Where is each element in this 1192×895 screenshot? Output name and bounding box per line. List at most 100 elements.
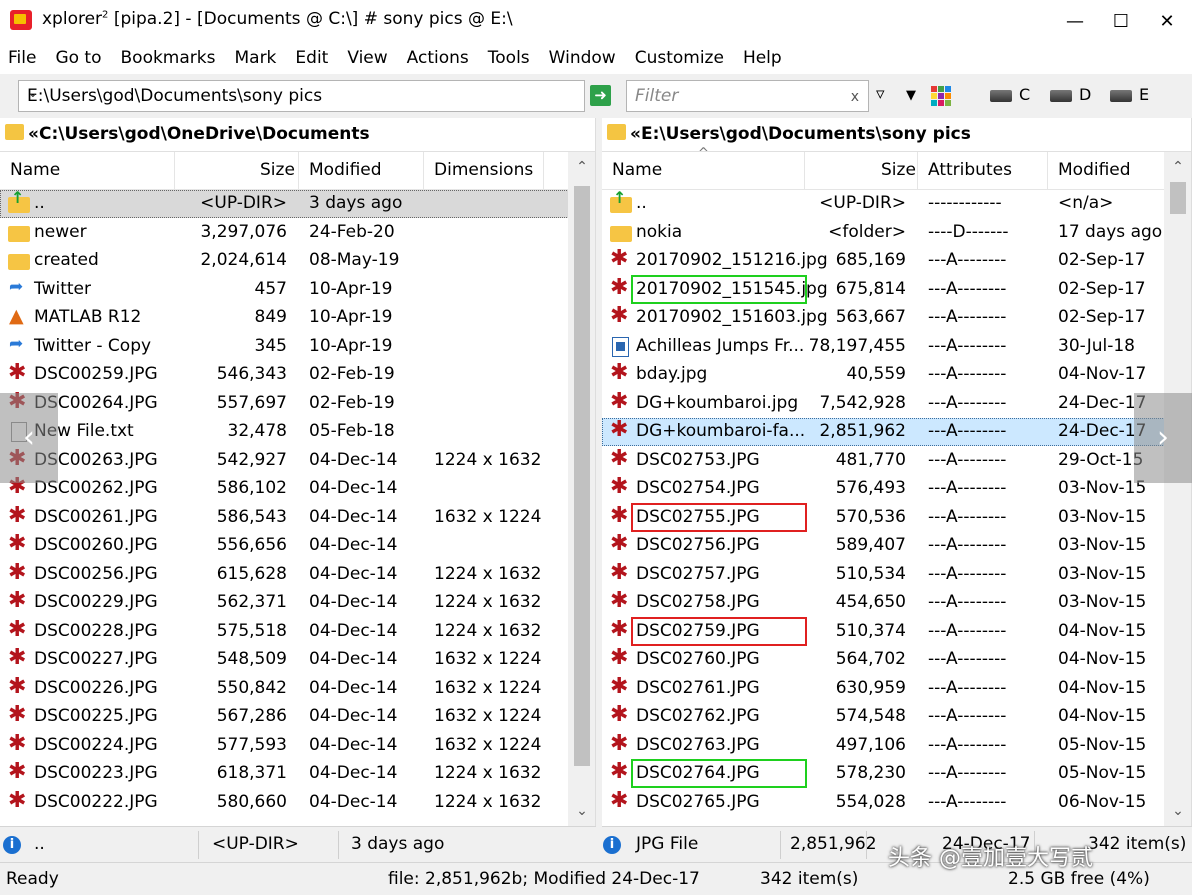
- table-row[interactable]: DSC00225.JPG 567,286 04-Dec-14 1632 x 1224: [0, 702, 595, 731]
- table-row[interactable]: DSC02758.JPG 454,650 ---A-------- 03-Nov-15: [602, 588, 1191, 617]
- table-row[interactable]: MATLAB R12 849 10-Apr-19: [0, 304, 595, 332]
- table-row[interactable]: 20170902_151603.jpg 563,667 ---A-------- 02…: [602, 303, 1191, 332]
- table-row[interactable]: DSC00260.JPG 556,656 04-Dec-14: [0, 531, 595, 560]
- cell-size: 542,927: [216, 449, 287, 470]
- table-row[interactable]: DSC00259.JPG 546,343 02-Feb-19: [0, 360, 595, 389]
- table-row[interactable]: Achilleas Jumps Fr... 78,197,455 ---A-----…: [602, 333, 1191, 361]
- right-scrollbar[interactable]: ⌃ ⌄: [1164, 152, 1191, 826]
- status-free-space: 2.5 GB free (4%): [1008, 869, 1150, 889]
- table-row[interactable]: DSC00262.JPG586,10204-Dec-14: [0, 474, 595, 503]
- table-row[interactable]: DSC02763.JPG 497,106 ---A-------- 05-Nov-15: [602, 731, 1191, 760]
- table-row[interactable]: .. <UP-DIR> ------------ <n/a>: [602, 188, 1191, 218]
- table-row[interactable]: DSC00224.JPG 577,593 04-Dec-14 1632 x 1224: [0, 731, 595, 760]
- table-row[interactable]: DSC00228.JPG 575,518 04-Dec-14 1224 x 1632: [0, 617, 595, 646]
- table-row[interactable]: Twitter - Copy 345 10-Apr-19: [0, 333, 595, 361]
- table-row[interactable]: 20170902_151545.jpg 675,814 ---A-------- 02…: [602, 274, 1191, 304]
- table-row[interactable]: DSC02765.JPG 554,028 ---A-------- 06-Nov-15: [602, 788, 1191, 817]
- jpg-icon: [610, 560, 632, 585]
- left-path-text: «C:\Users\god\OneDrive\Documents: [28, 124, 370, 144]
- menu-goto[interactable]: Go to: [55, 48, 101, 68]
- table-row[interactable]: 20170902_151216.jpg 685,169 ---A-------- 02…: [602, 246, 1191, 275]
- minimize-button[interactable]: —: [1052, 0, 1098, 42]
- table-row[interactable]: DSC00263.JPG542,92704-Dec-141224 x 1632: [0, 446, 595, 475]
- table-row[interactable]: DSC00222.JPG 580,660 04-Dec-14 1224 x 1632: [0, 788, 595, 817]
- menu-edit[interactable]: Edit: [295, 48, 328, 68]
- table-row[interactable]: .. <UP-DIR> 3 days ago: [0, 188, 595, 218]
- dropdown-arrow-icon[interactable]: ▼: [906, 88, 916, 103]
- menu-file[interactable]: File: [8, 48, 36, 68]
- table-row[interactable]: DSC00256.JPG 615,628 04-Dec-14 1224 x 1632: [0, 560, 595, 589]
- address-bar[interactable]: E:\Users\god\Documents\sony pics ⌄: [18, 80, 585, 112]
- menu-help[interactable]: Help: [743, 48, 782, 68]
- table-row[interactable]: DG+koumbaroi-fa...2,851,962---A--------2…: [602, 417, 1191, 446]
- scroll-thumb[interactable]: [574, 186, 590, 766]
- scroll-down-icon[interactable]: ⌄: [1164, 796, 1191, 826]
- table-row[interactable]: DSC02759.JPG 510,374 ---A-------- 04-Nov-15: [602, 616, 1191, 646]
- clear-filter-icon[interactable]: x: [851, 89, 859, 105]
- close-button[interactable]: ✕: [1144, 0, 1190, 42]
- table-row[interactable]: DSC00261.JPG 586,543 04-Dec-14 1632 x 1224: [0, 503, 595, 532]
- drive-c-button[interactable]: C: [990, 85, 1030, 104]
- menu-tools[interactable]: Tools: [488, 48, 530, 68]
- table-row[interactable]: DSC02760.JPG 564,702 ---A-------- 04-Nov-15: [602, 645, 1191, 674]
- table-row[interactable]: nokia <folder> ----D------- 17 days ago: [602, 219, 1191, 247]
- scroll-up-icon[interactable]: ⌃: [1164, 152, 1191, 182]
- left-scrollbar[interactable]: ⌃ ⌄: [568, 152, 595, 826]
- menu-view[interactable]: View: [347, 48, 387, 68]
- right-path-bar[interactable]: «E:\Users\god\Documents\sony pics: [602, 118, 1191, 152]
- col-dimensions[interactable]: Dimensions: [434, 160, 533, 180]
- menu-mark[interactable]: Mark: [234, 48, 276, 68]
- scroll-up-icon[interactable]: ⌃: [568, 152, 595, 182]
- drive-d-button[interactable]: D: [1050, 85, 1091, 104]
- funnel-icon[interactable]: ▿: [876, 84, 885, 104]
- table-row[interactable]: DSC02754.JPG576,493---A--------03-Nov-15: [602, 474, 1191, 503]
- table-row[interactable]: DSC00227.JPG 548,509 04-Dec-14 1632 x 1224: [0, 645, 595, 674]
- col-attributes[interactable]: Attributes: [928, 160, 1012, 180]
- menu-customize[interactable]: Customize: [635, 48, 724, 68]
- table-row[interactable]: DSC00229.JPG 562,371 04-Dec-14 1224 x 1632: [0, 588, 595, 617]
- menu-window[interactable]: Window: [549, 48, 616, 68]
- table-row[interactable]: newer 3,297,076 24-Feb-20: [0, 219, 595, 247]
- jpg-icon: [610, 389, 632, 414]
- menu-bookmarks[interactable]: Bookmarks: [121, 48, 216, 68]
- color-grid-icon[interactable]: [931, 86, 951, 106]
- table-row[interactable]: Twitter 457 10-Apr-19: [0, 276, 595, 304]
- filter-input[interactable]: Filter x: [626, 80, 869, 112]
- col-modified[interactable]: Modified: [1058, 160, 1131, 180]
- jpg-icon: [8, 560, 30, 585]
- maximize-button[interactable]: ☐: [1098, 0, 1144, 42]
- col-modified[interactable]: Modified: [309, 160, 382, 180]
- table-row[interactable]: DSC02757.JPG 510,534 ---A-------- 03-Nov-15: [602, 560, 1191, 589]
- cell-size: 675,814: [835, 278, 906, 299]
- table-row[interactable]: DG+koumbaroi.jpg7,542,928---A--------24-…: [602, 389, 1191, 418]
- col-name[interactable]: Name: [612, 160, 662, 180]
- table-row[interactable]: DSC02764.JPG 578,230 ---A-------- 05-Nov-15: [602, 759, 1191, 788]
- table-row[interactable]: DSC02753.JPG 481,770 ---A-------- 29-Oct-15: [602, 446, 1191, 475]
- table-row[interactable]: bday.jpg 40,559 ---A-------- 04-Nov-17: [602, 360, 1191, 389]
- next-image-button[interactable]: ›: [1134, 393, 1192, 483]
- col-size[interactable]: Size: [260, 160, 295, 180]
- table-row[interactable]: New File.txt 32,478 05-Feb-18: [0, 418, 595, 446]
- table-row[interactable]: DSC00264.JPG557,69702-Feb-19: [0, 389, 595, 418]
- app-icon[interactable]: [10, 10, 32, 30]
- cell-dim: 1224 x 1632: [434, 592, 542, 612]
- table-row[interactable]: DSC02756.JPG 589,407 ---A-------- 03-Nov-15: [602, 531, 1191, 560]
- drive-e-button[interactable]: E: [1110, 85, 1149, 104]
- table-row[interactable]: created 2,024,614 08-May-19: [0, 247, 595, 275]
- table-row[interactable]: DSC02761.JPG 630,959 ---A-------- 04-Nov-15: [602, 674, 1191, 703]
- left-path-bar[interactable]: «C:\Users\god\OneDrive\Documents: [0, 118, 595, 152]
- table-row[interactable]: DSC02755.JPG 570,536 ---A-------- 03-Nov-15: [602, 502, 1191, 532]
- col-size[interactable]: Size: [881, 160, 916, 180]
- menu-actions[interactable]: Actions: [407, 48, 469, 68]
- col-name[interactable]: Name: [10, 160, 60, 180]
- table-row[interactable]: DSC00223.JPG 618,371 04-Dec-14 1224 x 1632: [0, 759, 595, 788]
- prev-image-button[interactable]: ‹: [0, 393, 58, 483]
- scroll-thumb[interactable]: [1170, 182, 1186, 214]
- cell-size: <UP-DIR>: [819, 193, 906, 213]
- table-row[interactable]: DSC00226.JPG 550,842 04-Dec-14 1632 x 1224: [0, 674, 595, 703]
- scroll-down-icon[interactable]: ⌄: [568, 796, 595, 826]
- table-row[interactable]: DSC02762.JPG 574,548 ---A-------- 04-Nov-15: [602, 702, 1191, 731]
- go-arrow-icon[interactable]: ➜: [590, 85, 611, 106]
- cell-size: <folder>: [828, 221, 906, 242]
- chevron-down-icon[interactable]: ⌄: [27, 85, 578, 101]
